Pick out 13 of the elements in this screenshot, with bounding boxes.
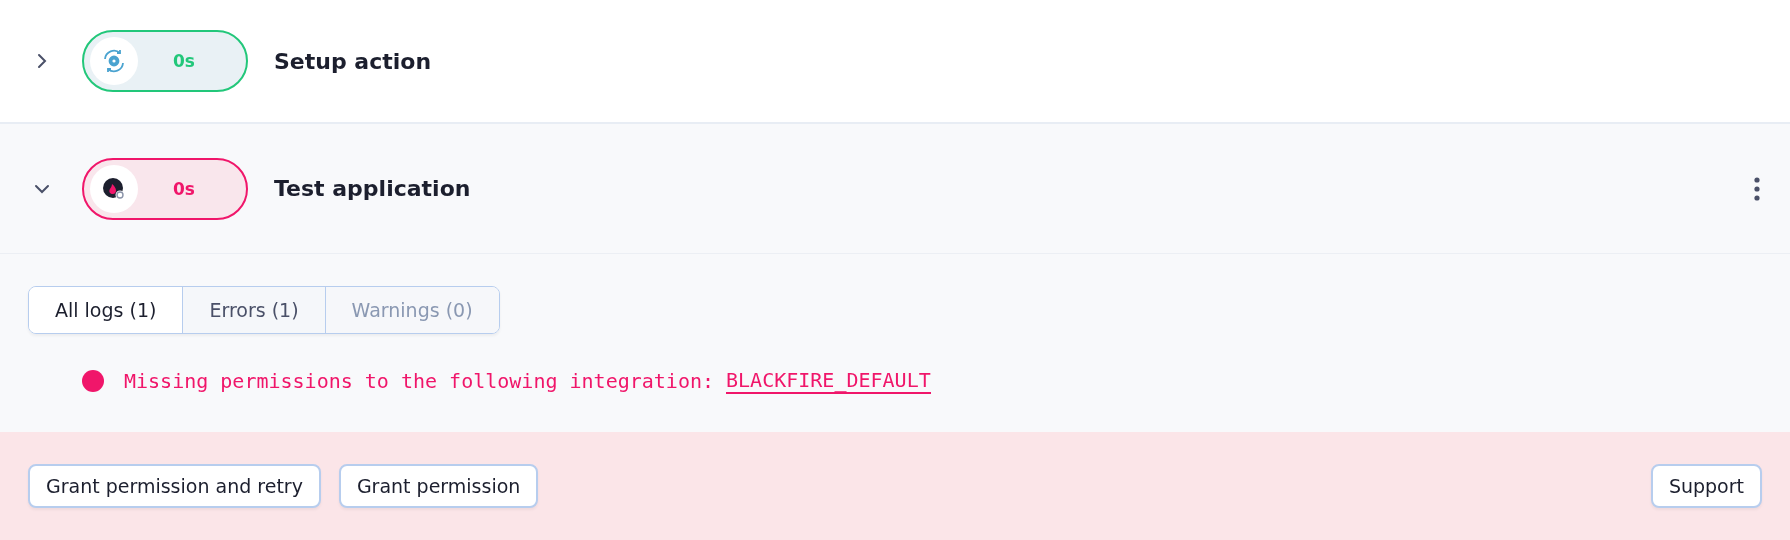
integration-link[interactable]: BLACKFIRE_DEFAULT <box>726 368 931 394</box>
step-row[interactable]: 0s Test application <box>0 124 1790 254</box>
status-pill: 0s <box>82 157 248 220</box>
step-name: Test application <box>274 176 471 201</box>
log-message: Missing permissions to the following integration: <box>124 369 714 393</box>
status-pill: 0s <box>82 30 248 92</box>
action-button[interactable]: Grant permission and retry <box>28 464 321 508</box>
step-name: Setup action <box>274 48 432 74</box>
action-button[interactable]: Grant permission <box>338 464 539 508</box>
more-menu-icon[interactable] <box>1754 176 1760 201</box>
log-tab[interactable]: Errors (1) <box>183 287 326 333</box>
support-button[interactable]: Support <box>1650 464 1762 508</box>
log-tab[interactable]: All logs (1) <box>29 287 184 333</box>
